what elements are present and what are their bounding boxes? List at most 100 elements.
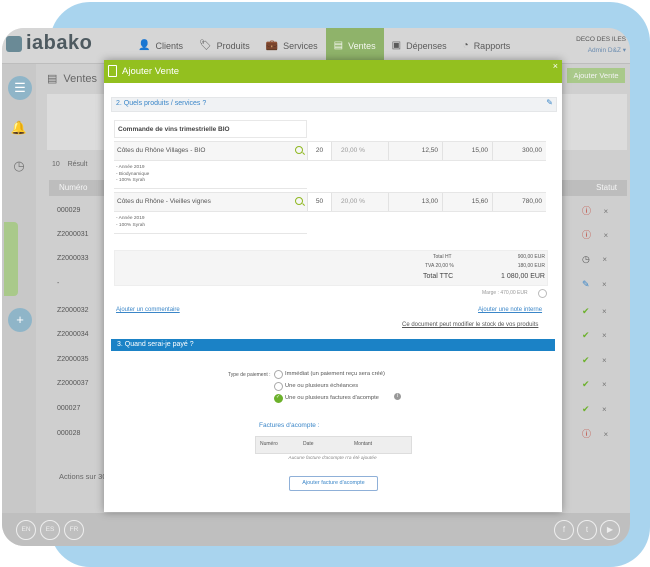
add-comment-link[interactable]: Ajouter un commentaire [116,307,180,313]
search-icon[interactable] [295,146,303,154]
search-icon[interactable] [295,197,303,205]
results-label: Résult [67,161,88,168]
delete-icon[interactable]: × [604,430,609,439]
product-name-input[interactable]: Côtes du Rhône - Vieilles vignes [117,193,297,211]
description-line: - Année 2019 [116,165,145,170]
top-navigation-bar: iabako 👤 Clients 🏷 Produits 💼 Services ▤ Ven… [2,28,630,64]
product-row: Côtes du Rhône Villages - BIO 20 20,00 %… [114,141,546,161]
user-icon: 👤 [138,40,151,51]
nav-clients[interactable]: 👤 Clients [130,28,191,63]
user-menu[interactable]: DECO DES ILES Admin D&Z ▾ [576,34,626,56]
language-en[interactable]: EN [16,520,36,540]
table-row[interactable]: Z2000033 [49,248,109,270]
menu-icon[interactable]: ☰ [8,76,32,100]
pencil-icon[interactable]: ✎ [546,98,553,107]
status-check-icon: ✔ × [582,330,607,340]
logo-text: iabako [26,32,93,54]
nav-produits[interactable]: 🏷 Produits [191,28,258,63]
unit-price-input[interactable]: 12,50 [388,142,442,160]
user-name: Admin D&Z [587,47,621,54]
logo-icon [6,35,22,52]
add-internal-note-link[interactable]: Ajouter une note interne [478,307,542,313]
delete-icon[interactable]: × [602,255,607,264]
twitter-icon[interactable]: t [577,520,597,540]
product-description[interactable]: - Année 2019 - 100% Syrah [116,216,145,229]
nav-label: Rapports [473,40,511,51]
nav-rapports[interactable]: ◔ Rapports [455,28,519,63]
price-ht-input[interactable]: 15,60 [442,193,492,211]
payment-option-label[interactable]: Une ou plusieurs factures d'acompte [285,395,379,401]
delete-icon[interactable]: × [602,280,607,289]
nav-label: Produits [216,40,250,51]
facebook-icon[interactable]: f [554,520,574,540]
close-icon[interactable]: × [553,61,558,71]
language-es[interactable]: ES [40,520,60,540]
delete-icon[interactable]: × [602,331,607,340]
totals-box: Total HT 900,00 EUR TVA 20,00 % 180,00 E… [114,250,548,286]
payment-option-label[interactable]: Immédiat (un paiement reçu sera créé) [285,371,385,377]
delete-icon[interactable]: × [602,307,607,316]
delete-icon[interactable]: × [602,356,607,365]
document-icon [108,65,117,77]
toggle-icon[interactable] [538,289,547,298]
plus-icon[interactable]: + [8,308,32,332]
modal-title: Ajouter Vente [122,66,180,77]
add-sale-button[interactable]: Ajouter Vente [567,68,625,83]
language-fr[interactable]: FR [64,520,84,540]
nav-ventes[interactable]: ▤ Ventes [325,28,384,63]
product-name-input[interactable]: Côtes du Rhône Villages - BIO [117,142,297,160]
table-row[interactable]: Z2000034 [49,324,109,346]
unit-price-input[interactable]: 13,00 [388,193,442,211]
description-line: - 100% Syrah [116,222,146,228]
nav-depenses[interactable]: ▣ Dépenses [384,28,455,63]
header-numero: Numéro [260,441,278,447]
nav-label: Clients [155,40,183,51]
header-numero[interactable]: Numéro [59,183,87,192]
quantity-input[interactable]: 20 [307,142,331,160]
deposit-invoices-title: Factures d'acompte : [259,422,320,429]
table-row[interactable]: Z2000035 [49,349,109,371]
price-ht-input[interactable]: 15,00 [442,142,492,160]
table-row[interactable]: 000027 [49,398,109,420]
footer-bar: EN ES FR f t ▶ [2,513,630,546]
delete-icon[interactable]: × [602,405,607,414]
margin-text: Marge : 470,00 EUR [482,290,528,296]
youtube-icon[interactable]: ▶ [600,520,620,540]
product-description[interactable]: - Année 2019 - Biodynamique - 100% Syrah [116,165,149,185]
table-row[interactable]: 000028 [49,423,109,445]
table-row[interactable]: Z2000032 [49,300,109,322]
chart-icon: ◔ [462,40,469,51]
stock-note-link[interactable]: Ce document peut modifier le stock de vo… [402,322,538,328]
nav-services[interactable]: 💼 Services [258,28,326,63]
payment-option-label[interactable]: Une ou plusieurs échéances [285,383,358,389]
tag-icon: 🏷 [198,40,212,51]
payment-option-immediate-radio[interactable] [274,370,283,379]
sidebar: ☰ 🔔 ◷ + [2,64,36,546]
discount-input[interactable]: 20,00 % [331,142,388,160]
header-statut[interactable]: Statut [596,183,617,192]
quantity-input[interactable]: 50 [307,193,331,211]
payment-option-installments-radio[interactable] [274,382,283,391]
sidebar-tab[interactable] [4,222,18,296]
table-row[interactable]: Z2000031 [49,224,109,246]
discount-input[interactable]: 20,00 % [331,193,388,211]
clock-icon[interactable]: ◷ [7,154,31,178]
table-row[interactable]: 000029 [49,200,109,222]
add-deposit-invoice-button[interactable]: Ajouter facture d'acompte [289,476,378,491]
delete-icon[interactable]: × [604,231,609,240]
delete-icon[interactable]: × [602,380,607,389]
bell-icon[interactable]: 🔔 [7,116,31,140]
table-row[interactable]: Z2000037 [49,373,109,395]
payment-option-deposit-radio[interactable] [274,394,283,403]
nav-label: Dépenses [406,40,447,51]
info-icon[interactable]: i [394,393,401,400]
table-row[interactable]: - [49,273,109,295]
line-total: 300,00 [492,142,546,160]
section-payment-title: 3. Quand serai-je payé ? [117,341,194,348]
section-payment-header: 3. Quand serai-je payé ? [111,339,555,351]
description-line: - 100% Syrah [116,178,146,184]
section-products-title: 2. Quels produits / services ? [116,100,207,107]
status-check-icon: ✔ × [582,379,607,389]
page-size[interactable]: 10 [52,161,60,168]
delete-icon[interactable]: × [604,207,609,216]
